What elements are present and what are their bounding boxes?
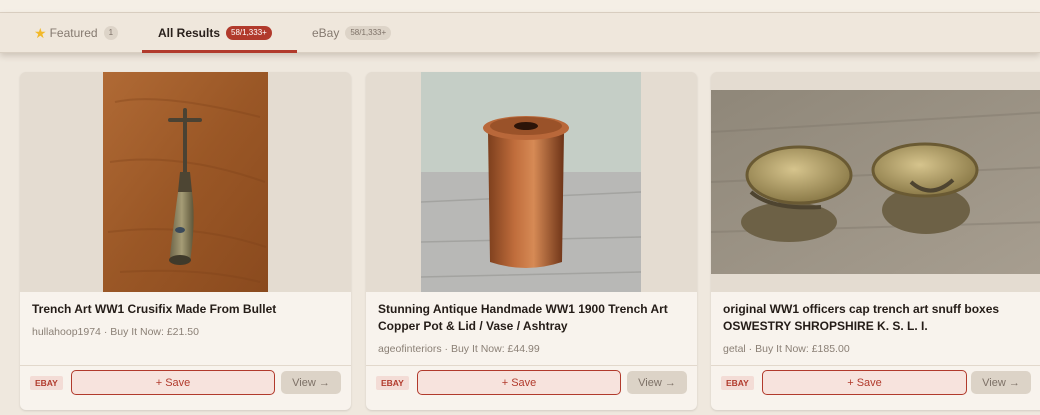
- listing-card: Trench Art WW1 Crusifix Made From Bullet…: [20, 72, 351, 410]
- listing-actions: EBAY + Save View →: [711, 366, 1040, 410]
- tab-count: 58/1,333+: [345, 26, 392, 40]
- listing-meta: getal · Buy It Now: £185.00: [723, 343, 850, 355]
- active-tab-indicator: [142, 50, 297, 53]
- listing-title[interactable]: original WW1 officers cap trench art snu…: [723, 301, 1039, 335]
- listing-info: original WW1 officers cap trench art snu…: [711, 292, 1040, 366]
- view-button[interactable]: View →: [281, 371, 341, 394]
- listing-info: Trench Art WW1 Crusifix Made From Bullet…: [20, 292, 351, 366]
- tab-label: eBay: [312, 26, 340, 40]
- tab-label: All Results: [158, 26, 221, 40]
- source-badge: EBAY: [30, 376, 63, 390]
- save-button[interactable]: + Save: [762, 370, 967, 395]
- listing-card: Stunning Antique Handmade WW1 1900 Trenc…: [366, 72, 697, 410]
- listing-meta: hullahoop1974 · Buy It Now: £21.50: [32, 326, 199, 338]
- listing-photo: [20, 72, 351, 292]
- listing-title[interactable]: Trench Art WW1 Crusifix Made From Bullet: [32, 301, 339, 318]
- tab-count: 1: [103, 26, 119, 40]
- listing-image[interactable]: [20, 72, 351, 292]
- listing-actions: EBAY + Save View →: [20, 366, 351, 410]
- tab-count: 58/1,333+: [226, 26, 272, 40]
- top-bar: [0, 0, 1040, 13]
- source-badge: EBAY: [721, 376, 754, 390]
- listing-meta: ageofinteriors · Buy It Now: £44.99: [378, 343, 540, 355]
- save-button[interactable]: + Save: [417, 370, 621, 395]
- listing-info: Stunning Antique Handmade WW1 1900 Trenc…: [366, 292, 697, 366]
- listing-title[interactable]: Stunning Antique Handmade WW1 1900 Trenc…: [378, 301, 685, 335]
- save-button[interactable]: + Save: [71, 370, 275, 395]
- tab-all-results[interactable]: All Results 58/1,333+: [158, 13, 272, 53]
- source-badge: EBAY: [376, 376, 409, 390]
- listing-image[interactable]: [711, 72, 1040, 292]
- tab-ebay[interactable]: eBay 58/1,333+: [312, 13, 392, 53]
- star-icon: ★: [34, 25, 47, 41]
- view-button[interactable]: View →: [971, 371, 1031, 394]
- tab-label: Featured: [49, 26, 98, 40]
- listing-photo: [711, 72, 1040, 292]
- listing-image[interactable]: [366, 72, 697, 292]
- tab-bar: ★ Featured 1 All Results 58/1,333+ eBay …: [0, 13, 1040, 53]
- listing-actions: EBAY + Save View →: [366, 366, 697, 410]
- tab-featured[interactable]: ★ Featured 1: [34, 13, 119, 53]
- listing-photo: [366, 72, 697, 292]
- view-button[interactable]: View →: [627, 371, 687, 394]
- listing-card: original WW1 officers cap trench art snu…: [711, 72, 1040, 410]
